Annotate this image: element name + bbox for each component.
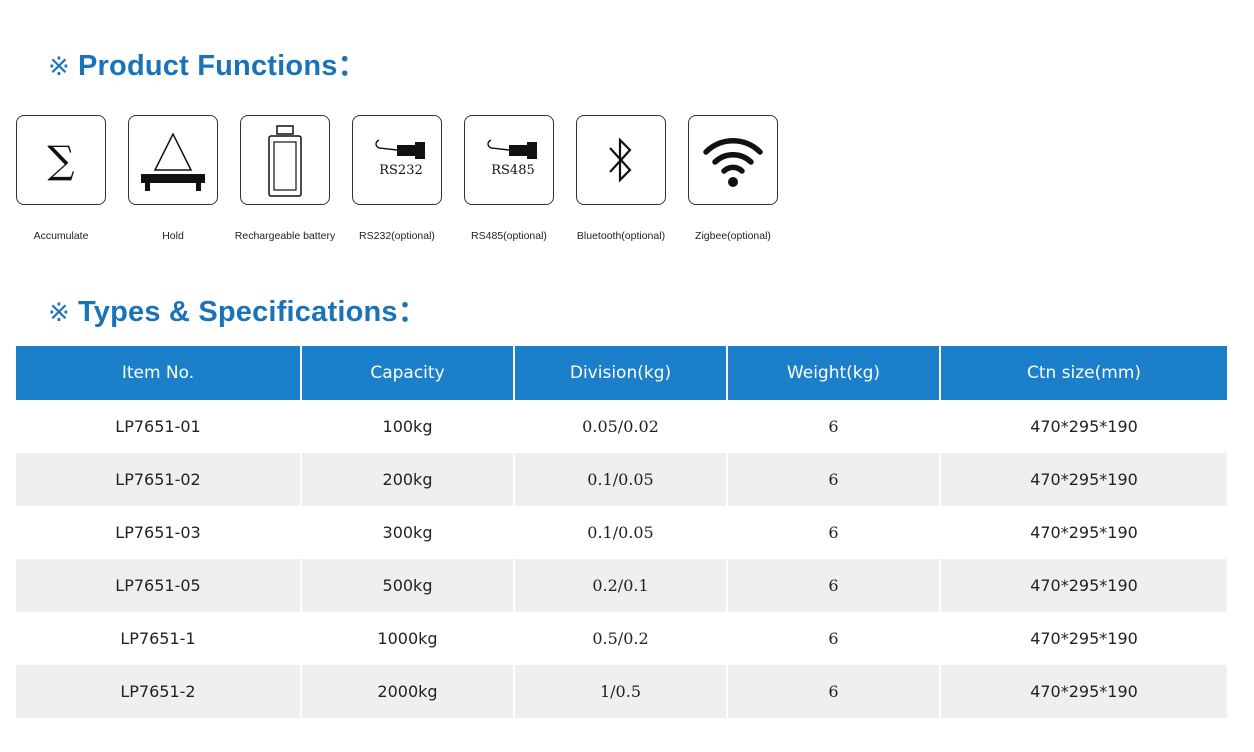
- column-header-weight: Weight(kg): [727, 346, 941, 400]
- column-header-division: Division(kg): [514, 346, 728, 400]
- cell-item-no: LP7651-01: [16, 400, 302, 453]
- svg-text:∑: ∑: [47, 138, 74, 182]
- cell-capacity: 1000kg: [301, 612, 515, 665]
- cell-division: 0.5/0.2: [514, 612, 728, 665]
- reference-mark: ※: [48, 51, 70, 81]
- table-row: LP7651-03 300kg 0.1/0.05 6 470*295*190: [16, 506, 1227, 559]
- column-header-capacity: Capacity: [301, 346, 515, 400]
- cell-item-no: LP7651-1: [16, 612, 302, 665]
- cell-division: 0.05/0.02: [514, 400, 728, 453]
- cell-capacity: 500kg: [301, 559, 515, 612]
- cell-item-no: LP7651-2: [16, 665, 302, 718]
- function-icons-row: ∑ Accumulate Hold Rechargeable battery R…: [16, 115, 816, 245]
- cell-capacity: 2000kg: [301, 665, 515, 718]
- table-row: LP7651-1 1000kg 0.5/0.2 6 470*295*190: [16, 612, 1227, 665]
- function-label: Accumulate: [33, 230, 89, 242]
- cell-ctn-size: 470*295*190: [940, 453, 1227, 506]
- types-specifications-title: ※ Types & Specifications：: [48, 288, 427, 330]
- product-functions-title-text: Product Functions：: [78, 50, 367, 82]
- function-label: Hold: [162, 230, 184, 242]
- table-row: LP7651-01 100kg 0.05/0.02 6 470*295*190: [16, 400, 1227, 453]
- scale-hold-icon: [128, 115, 218, 205]
- cell-division: 0.1/0.05: [514, 506, 728, 559]
- icon-caption: RS485: [491, 163, 535, 178]
- cell-ctn-size: 470*295*190: [940, 612, 1227, 665]
- sigma-icon: ∑: [16, 115, 106, 205]
- function-label: Bluetooth(optional): [576, 230, 666, 242]
- column-header-ctn-size: Ctn size(mm): [940, 346, 1227, 400]
- cell-capacity: 200kg: [301, 453, 515, 506]
- function-label: Zigbee(optional): [695, 230, 771, 242]
- cell-ctn-size: 470*295*190: [940, 506, 1227, 559]
- table-row: LP7651-05 500kg 0.2/0.1 6 470*295*190: [16, 559, 1227, 612]
- specifications-table: Item No. Capacity Division(kg) Weight(kg…: [16, 346, 1227, 718]
- table-row: LP7651-2 2000kg 1/0.5 6 470*295*190: [16, 665, 1227, 718]
- function-label: RS485(optional): [471, 230, 547, 242]
- cell-weight: 6: [727, 506, 941, 559]
- table-header-row: Item No. Capacity Division(kg) Weight(kg…: [16, 346, 1227, 400]
- cell-item-no: LP7651-02: [16, 453, 302, 506]
- cell-weight: 6: [727, 665, 941, 718]
- cell-weight: 6: [727, 453, 941, 506]
- cell-weight: 6: [727, 559, 941, 612]
- cell-capacity: 100kg: [301, 400, 515, 453]
- cell-capacity: 300kg: [301, 506, 515, 559]
- reference-mark: ※: [48, 297, 70, 327]
- wifi-icon: [688, 115, 778, 205]
- bluetooth-icon: [576, 115, 666, 205]
- column-header-item-no: Item No.: [16, 346, 302, 400]
- function-label: RS232(optional): [359, 230, 435, 242]
- cell-item-no: LP7651-05: [16, 559, 302, 612]
- cell-ctn-size: 470*295*190: [940, 400, 1227, 453]
- cell-weight: 6: [727, 400, 941, 453]
- table-row: LP7651-02 200kg 0.1/0.05 6 470*295*190: [16, 453, 1227, 506]
- battery-icon: [240, 115, 330, 205]
- cell-item-no: LP7651-03: [16, 506, 302, 559]
- product-functions-title: ※ Product Functions：: [48, 42, 367, 84]
- cell-ctn-size: 470*295*190: [940, 665, 1227, 718]
- cell-division: 0.2/0.1: [514, 559, 728, 612]
- icon-caption: RS232: [379, 163, 423, 178]
- cell-division: 1/0.5: [514, 665, 728, 718]
- cell-division: 0.1/0.05: [514, 453, 728, 506]
- rs485-cable-icon: RS485: [464, 115, 554, 205]
- rs232-cable-icon: RS232: [352, 115, 442, 205]
- types-specifications-title-text: Types & Specifications：: [78, 296, 427, 328]
- function-label: Rechargeable battery: [234, 230, 336, 242]
- cell-ctn-size: 470*295*190: [940, 559, 1227, 612]
- cell-weight: 6: [727, 612, 941, 665]
